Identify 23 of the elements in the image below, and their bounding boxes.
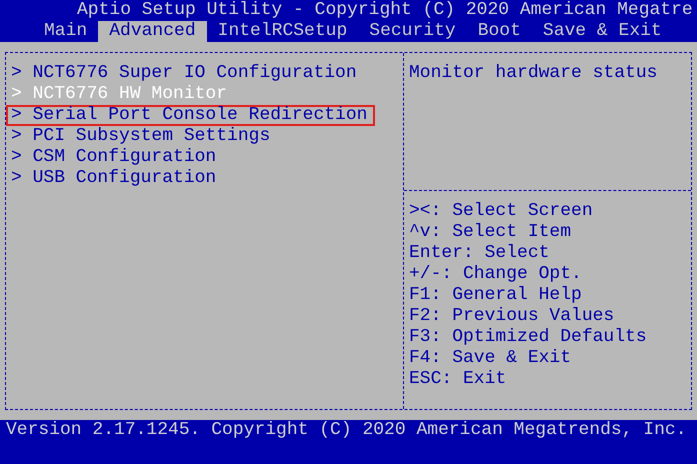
key-hint: +/-: Change Opt. xyxy=(409,264,583,285)
menu-item[interactable]: > USB Configuration xyxy=(6,168,224,189)
copyright-text: Version 2.17.1245. Copyright (C) 2020 American Megatrends, Inc. xyxy=(5,420,688,442)
key-hint: F2: Previous Values xyxy=(409,306,616,327)
tab[interactable]: Save & Exit xyxy=(532,21,673,42)
key-hint: F3: Optimized Defaults xyxy=(409,327,648,348)
key-hint: ><: Select Screen xyxy=(409,201,594,222)
key-hint: F1: General Help xyxy=(409,285,583,306)
key-hint: Enter: Select xyxy=(409,243,550,264)
tab[interactable]: IntelRCSetup xyxy=(206,21,358,42)
help-description: Monitor hardware status xyxy=(409,63,658,84)
tab[interactable]: Security xyxy=(358,21,467,42)
menu-item[interactable]: > CSM Configuration xyxy=(6,147,224,168)
key-hint: F4: Save & Exit xyxy=(409,348,572,369)
tab[interactable]: Main xyxy=(33,21,98,42)
tab[interactable]: Advanced xyxy=(98,21,207,42)
window-title: Aptio Setup Utility - Copyright (C) 2020 American Megatre xyxy=(76,0,694,21)
menu-item[interactable]: > NCT6776 Super IO Configuration xyxy=(6,63,365,84)
key-hint: ^v: Select Item xyxy=(409,222,572,243)
menu-item[interactable]: > PCI Subsystem Settings xyxy=(6,126,278,147)
key-hint: ESC: Exit xyxy=(409,369,508,390)
tab[interactable]: Boot xyxy=(466,21,532,42)
menu-item[interactable]: > Serial Port Console Redirection xyxy=(6,105,376,126)
